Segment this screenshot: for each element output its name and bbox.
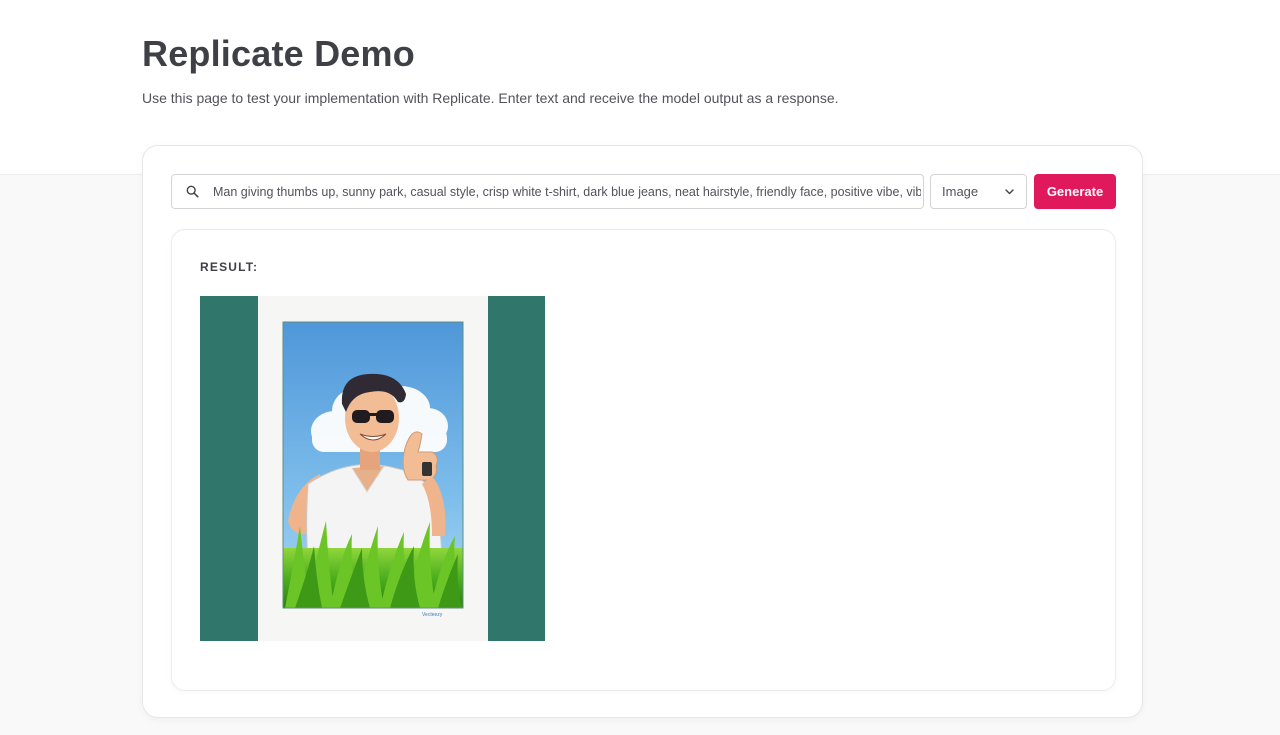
page-title: Replicate Demo [142, 33, 415, 74]
page-subtitle: Use this page to test your implementatio… [142, 90, 839, 106]
search-icon [185, 185, 199, 199]
illustration [283, 322, 463, 608]
prompt-field[interactable] [171, 174, 924, 209]
result-image[interactable]: Vecteezy [200, 296, 545, 641]
demo-card: Image Generate RESULT: [142, 145, 1143, 718]
output-type-select[interactable]: Image [930, 174, 1027, 209]
result-label: RESULT: [200, 260, 259, 274]
page: Replicate Demo Use this page to test you… [0, 0, 1280, 735]
result-panel: RESULT: Vecteezy [171, 229, 1116, 691]
chevron-down-icon [1004, 187, 1014, 197]
prompt-input[interactable] [213, 175, 921, 208]
generate-button[interactable]: Generate [1034, 174, 1116, 209]
output-type-value: Image [942, 184, 979, 199]
image-watermark: Vecteezy [422, 612, 443, 618]
